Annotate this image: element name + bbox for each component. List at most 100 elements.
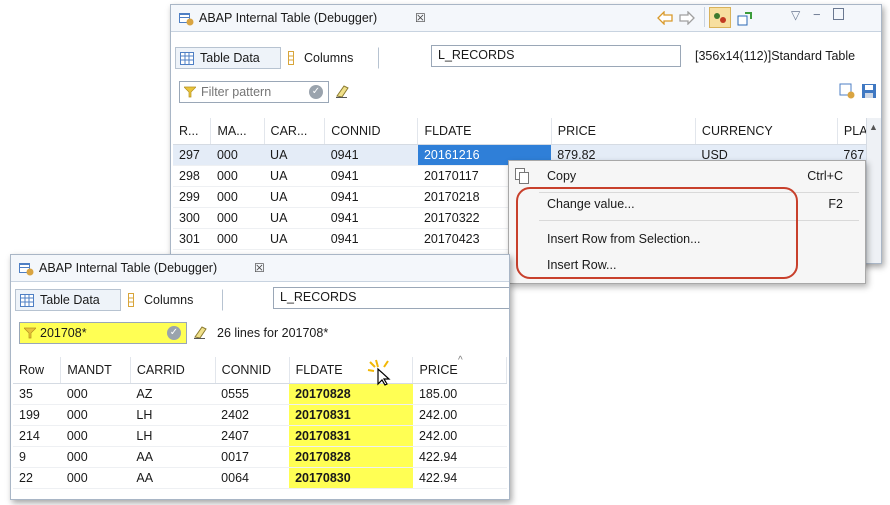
- menu-item-copy[interactable]: Copy Ctrl+C: [509, 165, 865, 189]
- eraser-icon[interactable]: [335, 84, 351, 98]
- table-row[interactable]: 9 000 AA 0017 20170828 422.94: [13, 446, 507, 468]
- clear-filter-icon[interactable]: ✓: [167, 326, 181, 340]
- save-icon[interactable]: [861, 83, 877, 99]
- table-cell[interactable]: UA: [264, 144, 325, 166]
- scroll-up-icon[interactable]: ▲: [869, 122, 878, 132]
- table-cell[interactable]: AA: [130, 446, 216, 468]
- table-cell[interactable]: UA: [264, 228, 325, 250]
- table-cell[interactable]: 301: [173, 228, 211, 250]
- table-info: [356x14(112)]Standard Table: [695, 49, 856, 63]
- tab-table-data-label: Table Data: [40, 293, 100, 307]
- table-cell[interactable]: UA: [264, 186, 325, 208]
- column-header[interactable]: CARRID: [130, 357, 216, 384]
- table-cell[interactable]: 298: [173, 165, 211, 187]
- sort-indicator-icon: ^: [458, 355, 463, 366]
- table-cell[interactable]: 000: [210, 186, 265, 208]
- column-header[interactable]: CONNID: [324, 118, 419, 145]
- table-cell[interactable]: 000: [60, 383, 131, 405]
- refresh-table-icon[interactable]: [839, 83, 855, 99]
- table-cell[interactable]: 0941: [324, 186, 418, 208]
- table-cell[interactable]: 000: [60, 404, 131, 426]
- table-cell[interactable]: AA: [130, 467, 216, 489]
- tab-table-data[interactable]: Table Data: [15, 289, 121, 311]
- table-header-row: R... MA... CAR... CONNID FLDATE PRICE CU…: [173, 118, 881, 145]
- table-cell[interactable]: 0941: [324, 144, 418, 166]
- table-cell[interactable]: 0941: [324, 165, 418, 187]
- column-header[interactable]: R...: [173, 118, 212, 145]
- table-cell[interactable]: 35: [13, 383, 61, 405]
- view-menu-icon[interactable]: ▽: [791, 8, 800, 22]
- table-cell[interactable]: 2402: [215, 404, 290, 426]
- table-cell[interactable]: 422.94: [412, 446, 507, 468]
- clear-filter-icon[interactable]: ✓: [309, 85, 323, 99]
- table-cell[interactable]: 000: [210, 144, 265, 166]
- table-cell[interactable]: 000: [60, 446, 131, 468]
- table-cell[interactable]: 242.00: [412, 404, 507, 426]
- column-header[interactable]: FLDATE: [417, 118, 552, 145]
- table-cell[interactable]: 22: [13, 467, 61, 489]
- vertical-scrollbar[interactable]: ▲: [866, 118, 881, 263]
- minimize-icon[interactable]: −: [813, 7, 821, 22]
- forward-arrow-icon[interactable]: [679, 11, 695, 25]
- filter-pattern-input[interactable]: [199, 84, 299, 100]
- table-cell[interactable]: 000: [60, 467, 131, 489]
- table-cell[interactable]: 0941: [324, 207, 418, 229]
- table-cell[interactable]: UA: [264, 207, 325, 229]
- link-toggle-button[interactable]: [709, 7, 731, 28]
- table-cell[interactable]: 0941: [324, 228, 418, 250]
- table-row[interactable]: 22 000 AA 0064 20170830 422.94: [13, 467, 507, 489]
- table-cell[interactable]: LH: [130, 425, 216, 447]
- table-cell[interactable]: 0555: [215, 383, 290, 405]
- table-cell[interactable]: LH: [130, 404, 216, 426]
- highlighted-date-cell[interactable]: 20170828: [289, 383, 413, 405]
- table-cell[interactable]: UA: [264, 165, 325, 187]
- table-cell[interactable]: 422.94: [412, 467, 507, 489]
- table-cell[interactable]: 2407: [215, 425, 290, 447]
- table-row[interactable]: 214 000 LH 2407 20170831 242.00: [13, 425, 507, 447]
- table-cell[interactable]: 0064: [215, 467, 290, 489]
- highlighted-date-cell[interactable]: 20170831: [289, 425, 413, 447]
- close-icon[interactable]: ☒: [415, 11, 426, 25]
- eraser-icon[interactable]: [193, 325, 209, 339]
- table-cell[interactable]: 000: [60, 425, 131, 447]
- filter-field[interactable]: 201708* ✓: [19, 322, 187, 344]
- filter-field[interactable]: ✓: [179, 81, 329, 103]
- column-header[interactable]: PRICE: [551, 118, 696, 145]
- table-cell[interactable]: 185.00: [412, 383, 507, 405]
- export-icon[interactable]: [737, 10, 753, 26]
- table-cell[interactable]: 000: [210, 228, 265, 250]
- bottom-data-table: Row MANDT CARRID CONNID FLDATE PRICE 35 …: [13, 357, 507, 489]
- table-cell[interactable]: 199: [13, 404, 61, 426]
- table-cell[interactable]: 214: [13, 425, 61, 447]
- tab-columns[interactable]: Columns: [123, 289, 223, 311]
- tab-table-data[interactable]: Table Data: [175, 47, 281, 69]
- table-cell[interactable]: 0017: [215, 446, 290, 468]
- table-cell[interactable]: 299: [173, 186, 211, 208]
- variable-name-field[interactable]: L_RECORDS: [431, 45, 681, 67]
- tab-columns[interactable]: Columns: [283, 47, 379, 69]
- table-cell[interactable]: 000: [210, 165, 265, 187]
- column-icon: [288, 51, 294, 65]
- table-cell[interactable]: 000: [210, 207, 265, 229]
- table-cell[interactable]: 242.00: [412, 425, 507, 447]
- column-header[interactable]: CAR...: [264, 118, 326, 145]
- maximize-icon[interactable]: [833, 8, 844, 20]
- highlighted-date-cell[interactable]: 20170830: [289, 467, 413, 489]
- back-arrow-icon[interactable]: [657, 11, 673, 25]
- filter-value[interactable]: 201708*: [40, 326, 87, 340]
- column-header[interactable]: MA...: [210, 118, 265, 145]
- column-header[interactable]: CONNID: [215, 357, 290, 384]
- table-cell[interactable]: 9: [13, 446, 61, 468]
- table-cell[interactable]: 300: [173, 207, 211, 229]
- variable-name-field[interactable]: L_RECORDS: [273, 287, 509, 309]
- table-row[interactable]: 35 000 AZ 0555 20170828 185.00: [13, 383, 507, 405]
- table-cell[interactable]: AZ: [130, 383, 216, 405]
- table-cell[interactable]: 297: [173, 144, 211, 166]
- column-header[interactable]: MANDT: [60, 357, 131, 384]
- table-row[interactable]: 199 000 LH 2402 20170831 242.00: [13, 404, 507, 426]
- highlighted-date-cell[interactable]: 20170828: [289, 446, 413, 468]
- column-header[interactable]: CURRENCY: [695, 118, 838, 145]
- highlighted-date-cell[interactable]: 20170831: [289, 404, 413, 426]
- close-icon[interactable]: ☒: [254, 261, 265, 275]
- column-header[interactable]: Row: [13, 357, 62, 384]
